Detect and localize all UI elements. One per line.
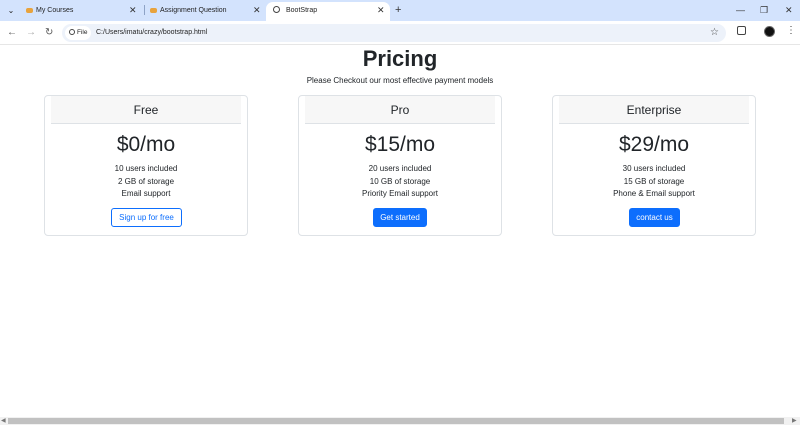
profile-avatar[interactable] <box>764 26 775 37</box>
url-text[interactable]: C:/Users/imatu/crazy/bootstrap.html <box>96 24 207 42</box>
feature-item: 20 users included <box>368 164 432 173</box>
horizontal-scrollbar[interactable]: ◀ ▶ <box>0 417 800 425</box>
tab-bootstrap[interactable]: BootStrap ✕ <box>266 2 390 21</box>
tab-title: Assignment Question <box>160 7 227 14</box>
feature-item: 2 GB of storage <box>117 176 175 186</box>
tab-search-button[interactable]: ⌄ <box>3 3 19 18</box>
scroll-right-icon[interactable]: ▶ <box>792 417 797 425</box>
tab-my-courses[interactable]: My Courses ✕ <box>26 2 138 21</box>
site-info-chip[interactable]: File <box>65 26 91 40</box>
address-bar[interactable]: File C:/Users/imatu/crazy/bootstrap.html… <box>62 24 726 42</box>
plan-name: Free <box>51 96 241 124</box>
contact-us-button[interactable]: contact us <box>629 208 680 227</box>
plan-name: Enterprise <box>559 96 749 124</box>
feature-item: Priority Email support <box>361 189 439 198</box>
new-tab-button[interactable]: + <box>395 2 401 18</box>
reload-icon[interactable]: ↻ <box>45 26 53 40</box>
tab-close-icon[interactable]: ✕ <box>129 2 137 19</box>
sign-up-button[interactable]: Sign up for free <box>111 208 182 227</box>
globe-icon <box>273 6 280 13</box>
scroll-left-icon[interactable]: ◀ <box>1 417 6 425</box>
close-window-icon[interactable]: ✕ <box>785 3 793 17</box>
pricing-card-pro: Pro $15/mo 20 users included 10 GB of st… <box>298 95 502 236</box>
course-favicon-icon <box>26 8 33 13</box>
plan-name: Pro <box>305 96 495 124</box>
scrollbar-thumb[interactable] <box>8 418 784 424</box>
chip-label: File <box>77 29 88 36</box>
info-icon <box>69 29 75 35</box>
page-title: Pricing <box>362 46 438 71</box>
plan-price: $0/mo <box>116 133 176 156</box>
extensions-icon[interactable] <box>737 26 746 35</box>
tab-strip: ⌄ My Courses ✕ Assignment Question ✕ Boo… <box>0 0 800 21</box>
forward-arrow-icon[interactable]: → <box>26 26 36 40</box>
feature-list: 10 users included 2 GB of storage Email … <box>45 163 247 201</box>
pricing-card-free: Free $0/mo 10 users included 2 GB of sto… <box>44 95 248 236</box>
plan-price: $15/mo <box>364 133 436 156</box>
kebab-menu-icon[interactable]: ⋮ <box>786 24 796 38</box>
bookmark-star-icon[interactable]: ☆ <box>710 24 719 42</box>
feature-item: Phone & Email support <box>613 189 695 198</box>
tab-separator <box>144 5 145 15</box>
feature-item: 10 users included <box>114 164 178 173</box>
feature-list: 20 users included 10 GB of storage Prior… <box>299 163 501 201</box>
back-arrow-icon[interactable]: ← <box>7 26 17 40</box>
feature-item: 30 users included <box>622 164 686 173</box>
tab-close-icon[interactable]: ✕ <box>253 2 261 19</box>
minimize-icon[interactable]: — <box>736 3 745 17</box>
restore-icon[interactable]: ❐ <box>760 3 768 17</box>
feature-item: Email support <box>121 189 171 198</box>
plan-price: $29/mo <box>618 133 690 156</box>
feature-item: 10 GB of storage <box>369 176 431 186</box>
feature-item: 15 GB of storage <box>623 176 685 186</box>
tab-title: My Courses <box>36 7 74 14</box>
browser-toolbar: ← → ↻ File C:/Users/imatu/crazy/bootstra… <box>0 21 800 45</box>
course-favicon-icon <box>150 8 157 13</box>
tab-close-icon[interactable]: ✕ <box>377 2 385 19</box>
tab-assignment-question[interactable]: Assignment Question ✕ <box>150 2 262 21</box>
pricing-card-enterprise: Enterprise $29/mo 30 users included 15 G… <box>552 95 756 236</box>
feature-list: 30 users included 15 GB of storage Phone… <box>553 163 755 201</box>
page-subtitle: Please Checkout our most effective payme… <box>306 76 494 85</box>
tab-title: BootStrap <box>286 7 318 14</box>
get-started-button[interactable]: Get started <box>373 208 427 227</box>
